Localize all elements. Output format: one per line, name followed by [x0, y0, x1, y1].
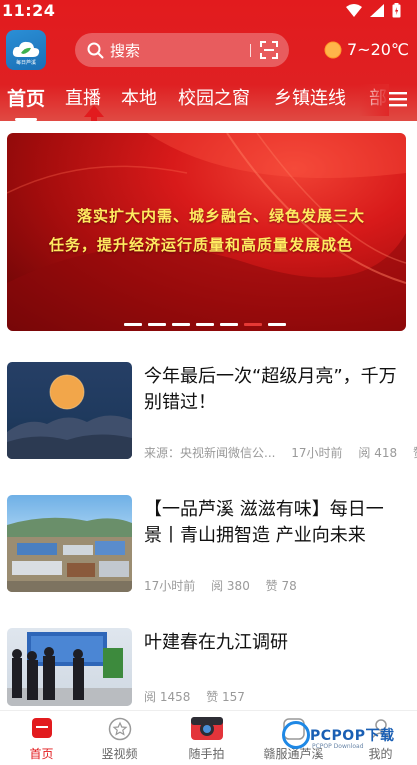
- news-reads: 阅 1458: [144, 690, 191, 704]
- search-bar[interactable]: 搜索: [75, 33, 289, 67]
- tab-local[interactable]: 本地: [121, 84, 157, 110]
- news-likes: 赞: [413, 446, 417, 460]
- tab-campus[interactable]: 校园之窗: [178, 84, 250, 110]
- banner-dot[interactable]: [220, 323, 238, 326]
- news-item[interactable]: 【一品芦溪 滋滋有味】每日一景丨青山拥智造 产业向未来 17小时前 阅 380 …: [0, 495, 417, 595]
- status-time: 11:24: [2, 1, 56, 20]
- news-meta: 17小时前 阅 380 赞 78: [144, 577, 309, 594]
- home-icon: [31, 718, 52, 738]
- news-meta: 来源：央视新闻微信公... 17小时前 阅 418 赞: [144, 444, 417, 461]
- nav-label: 首页: [29, 747, 54, 761]
- pcpop-watermark: PCPOP下载 PCPOP Download: [282, 715, 412, 755]
- news-thumbnail: [7, 495, 132, 592]
- news-reads: 阅 418: [358, 446, 398, 460]
- banner-dot[interactable]: [148, 323, 166, 326]
- factory-photo: [7, 517, 132, 592]
- banner-dot[interactable]: [172, 323, 190, 326]
- banner-dot[interactable]: [124, 323, 142, 326]
- news-source: 来源：央视新闻微信公...: [144, 446, 276, 460]
- status-icons: [346, 3, 401, 18]
- news-time: 17小时前: [291, 446, 343, 460]
- cloud-leaf-icon: [12, 41, 40, 57]
- banner-dot[interactable]: [268, 323, 286, 326]
- banner-pagination: [124, 323, 286, 326]
- battery-icon: [392, 3, 401, 18]
- search-icon: [87, 42, 104, 58]
- signal-icon: [370, 4, 384, 17]
- sun-icon: [324, 41, 342, 58]
- meeting-photo: [7, 632, 132, 706]
- arrow-pointer-icon: [84, 105, 104, 121]
- tab-home[interactable]: 首页: [7, 84, 45, 111]
- hero-banner[interactable]: 落实扩大内需、城乡融合、绿色发展三大 任务，提升经济运行质量和高质量发展成色: [7, 133, 406, 331]
- active-tab-indicator: [15, 118, 37, 121]
- category-tabs: 首页 直播 本地 校园之窗 乡镇连线 部: [0, 84, 417, 116]
- search-divider: [250, 44, 251, 57]
- banner-headline-line2: 任务，提升经济运行质量和高质量发展成色: [49, 236, 354, 254]
- moon-photo: [7, 374, 132, 459]
- star-icon: [108, 717, 131, 741]
- weather-temperature: 7~20℃: [347, 40, 409, 59]
- tabs-fade: [359, 84, 389, 116]
- news-thumbnail: [7, 628, 132, 706]
- nav-snapshot[interactable]: 随手拍: [165, 711, 248, 765]
- nav-label: 竖视频: [101, 747, 138, 761]
- status-bar: 11:24: [0, 0, 417, 22]
- watermark-subtext: PCPOP Download: [312, 743, 364, 750]
- logo-text: 每日芦溪: [15, 60, 36, 66]
- app-screen: 11:24 每日芦溪 搜索 7~20℃ 首页 直播 本地 校园之窗 乡镇连线 落…: [0, 0, 417, 765]
- news-item[interactable]: 叶建春在九江调研 阅 1458 赞 157: [0, 628, 417, 708]
- news-time: 17小时前: [144, 579, 196, 593]
- weather-widget[interactable]: 7~20℃: [324, 40, 409, 59]
- watermark-logo-icon: [282, 721, 310, 749]
- banner-wave-graphic: [7, 133, 406, 331]
- watermark-text: PCPOP下载: [310, 728, 395, 744]
- news-meta: 阅 1458 赞 157: [144, 688, 257, 705]
- app-logo[interactable]: 每日芦溪: [6, 30, 46, 70]
- banner-dot[interactable]: [196, 323, 214, 326]
- wifi-icon: [346, 4, 362, 17]
- news-thumbnail: [7, 362, 132, 459]
- news-title: 今年最后一次“超级月亮”，千万别错过！: [144, 366, 397, 413]
- banner-headline-line1: 落实扩大内需、城乡融合、绿色发展三大: [77, 207, 366, 225]
- camera-icon: [190, 717, 223, 740]
- scan-icon[interactable]: [260, 41, 278, 59]
- nav-vertical-video[interactable]: 竖视频: [78, 711, 161, 765]
- news-reads: 阅 380: [211, 579, 250, 593]
- news-title: 【一品芦溪 滋滋有味】每日一景丨青山拥智造 产业向未来: [144, 499, 384, 546]
- nav-home[interactable]: 首页: [0, 711, 83, 765]
- news-likes: 赞 78: [265, 579, 297, 593]
- menu-icon[interactable]: [389, 91, 407, 107]
- news-item[interactable]: 今年最后一次“超级月亮”，千万别错过！ 来源：央视新闻微信公... 17小时前 …: [0, 362, 417, 462]
- news-likes: 赞 157: [206, 690, 245, 704]
- tab-township[interactable]: 乡镇连线: [274, 84, 346, 110]
- top-header: 11:24 每日芦溪 搜索 7~20℃ 首页 直播 本地 校园之窗 乡镇连线: [0, 0, 417, 121]
- search-placeholder: 搜索: [110, 41, 141, 60]
- nav-label: 随手拍: [188, 747, 225, 761]
- news-title: 叶建春在九江调研: [144, 632, 288, 653]
- banner-dot-active[interactable]: [244, 323, 262, 326]
